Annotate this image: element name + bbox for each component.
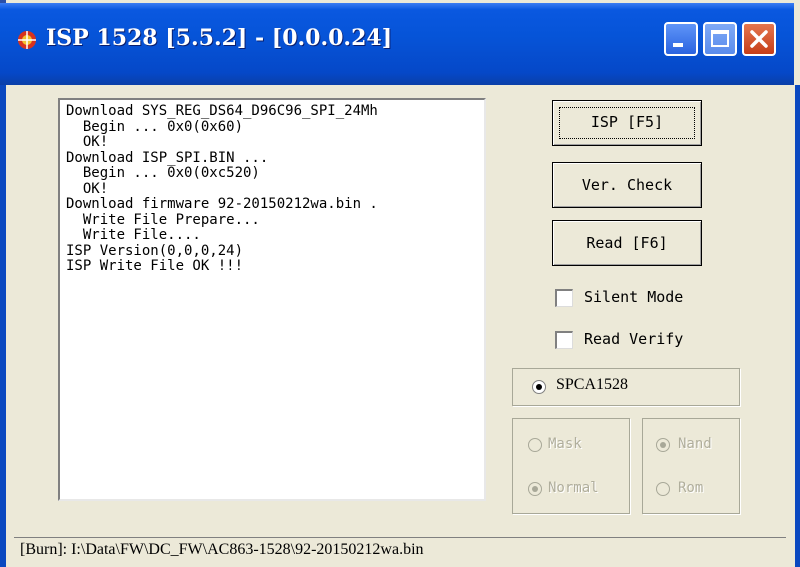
read-verify-label[interactable]: Read Verify bbox=[584, 330, 683, 348]
log-line: OK! bbox=[66, 134, 109, 150]
log-line: ISP Write File OK !!! bbox=[66, 258, 244, 274]
log-line: Begin ... 0x0(0x60) bbox=[66, 118, 244, 135]
close-icon bbox=[750, 30, 768, 48]
log-line: OK! bbox=[66, 180, 109, 197]
log-line: Write File Prepare... bbox=[66, 211, 260, 228]
log-line: Write File.... bbox=[66, 227, 201, 243]
normal-radio[interactable] bbox=[528, 482, 542, 496]
status-text: [Burn]: I:\Data\FW\DC_FW\AC863-1528\92-2… bbox=[20, 541, 424, 558]
read-button[interactable]: Read [F6] bbox=[552, 220, 702, 266]
log-line: Begin ... 0x0(0xc520) bbox=[66, 165, 260, 181]
log-output-box[interactable]: Download SYS_REG_DS64_D96C96_SPI_24Mh Be… bbox=[58, 98, 486, 501]
maximize-icon bbox=[711, 30, 729, 47]
window-title: ISP 1528 [5.5.2] - [0.0.0.24] bbox=[46, 25, 393, 51]
log-line: Download firmware 92-20150212wa.bin . bbox=[66, 196, 378, 212]
title-bar[interactable]: ISP 1528 [5.5.2] - [0.0.0.24] bbox=[0, 3, 794, 85]
maximize-button[interactable] bbox=[703, 22, 737, 56]
window-left-border bbox=[0, 85, 6, 567]
normal-label[interactable]: Normal bbox=[548, 480, 599, 496]
read-button-label: Read [F6] bbox=[586, 234, 668, 252]
log-lines: Download SYS_REG_DS64_D96C96_SPI_24Mh Be… bbox=[66, 103, 378, 275]
ver-check-button-label: Ver. Check bbox=[581, 176, 673, 194]
focus-rectangle bbox=[559, 107, 695, 139]
mask-label[interactable]: Mask bbox=[548, 436, 582, 452]
rom-radio[interactable] bbox=[656, 482, 670, 496]
read-verify-checkbox[interactable] bbox=[555, 331, 573, 349]
log-line: Download ISP_SPI.BIN ... bbox=[66, 149, 269, 166]
isp-button[interactable]: ISP [F5] bbox=[552, 100, 702, 146]
close-button[interactable] bbox=[742, 22, 776, 56]
rom-label[interactable]: Rom bbox=[678, 480, 703, 496]
nand-label[interactable]: Nand bbox=[678, 436, 712, 452]
minimize-icon bbox=[673, 43, 683, 47]
storage-group bbox=[642, 418, 740, 514]
silent-mode-label[interactable]: Silent Mode bbox=[584, 288, 683, 306]
mode-group bbox=[512, 418, 630, 514]
ver-check-button[interactable]: Ver. Check bbox=[552, 162, 702, 208]
log-line: Download SYS_REG_DS64_D96C96_SPI_24Mh bbox=[66, 103, 378, 119]
spca1528-radio[interactable] bbox=[532, 380, 546, 394]
spca1528-label[interactable]: SPCA1528 bbox=[556, 376, 628, 394]
minimize-button[interactable] bbox=[664, 22, 698, 56]
app-icon bbox=[18, 31, 36, 49]
window-right-border bbox=[795, 85, 800, 567]
nand-radio[interactable] bbox=[656, 438, 670, 452]
mask-radio[interactable] bbox=[528, 438, 542, 452]
silent-mode-checkbox[interactable] bbox=[555, 289, 573, 307]
log-line: ISP Version(0,0,0,24) bbox=[66, 242, 244, 259]
